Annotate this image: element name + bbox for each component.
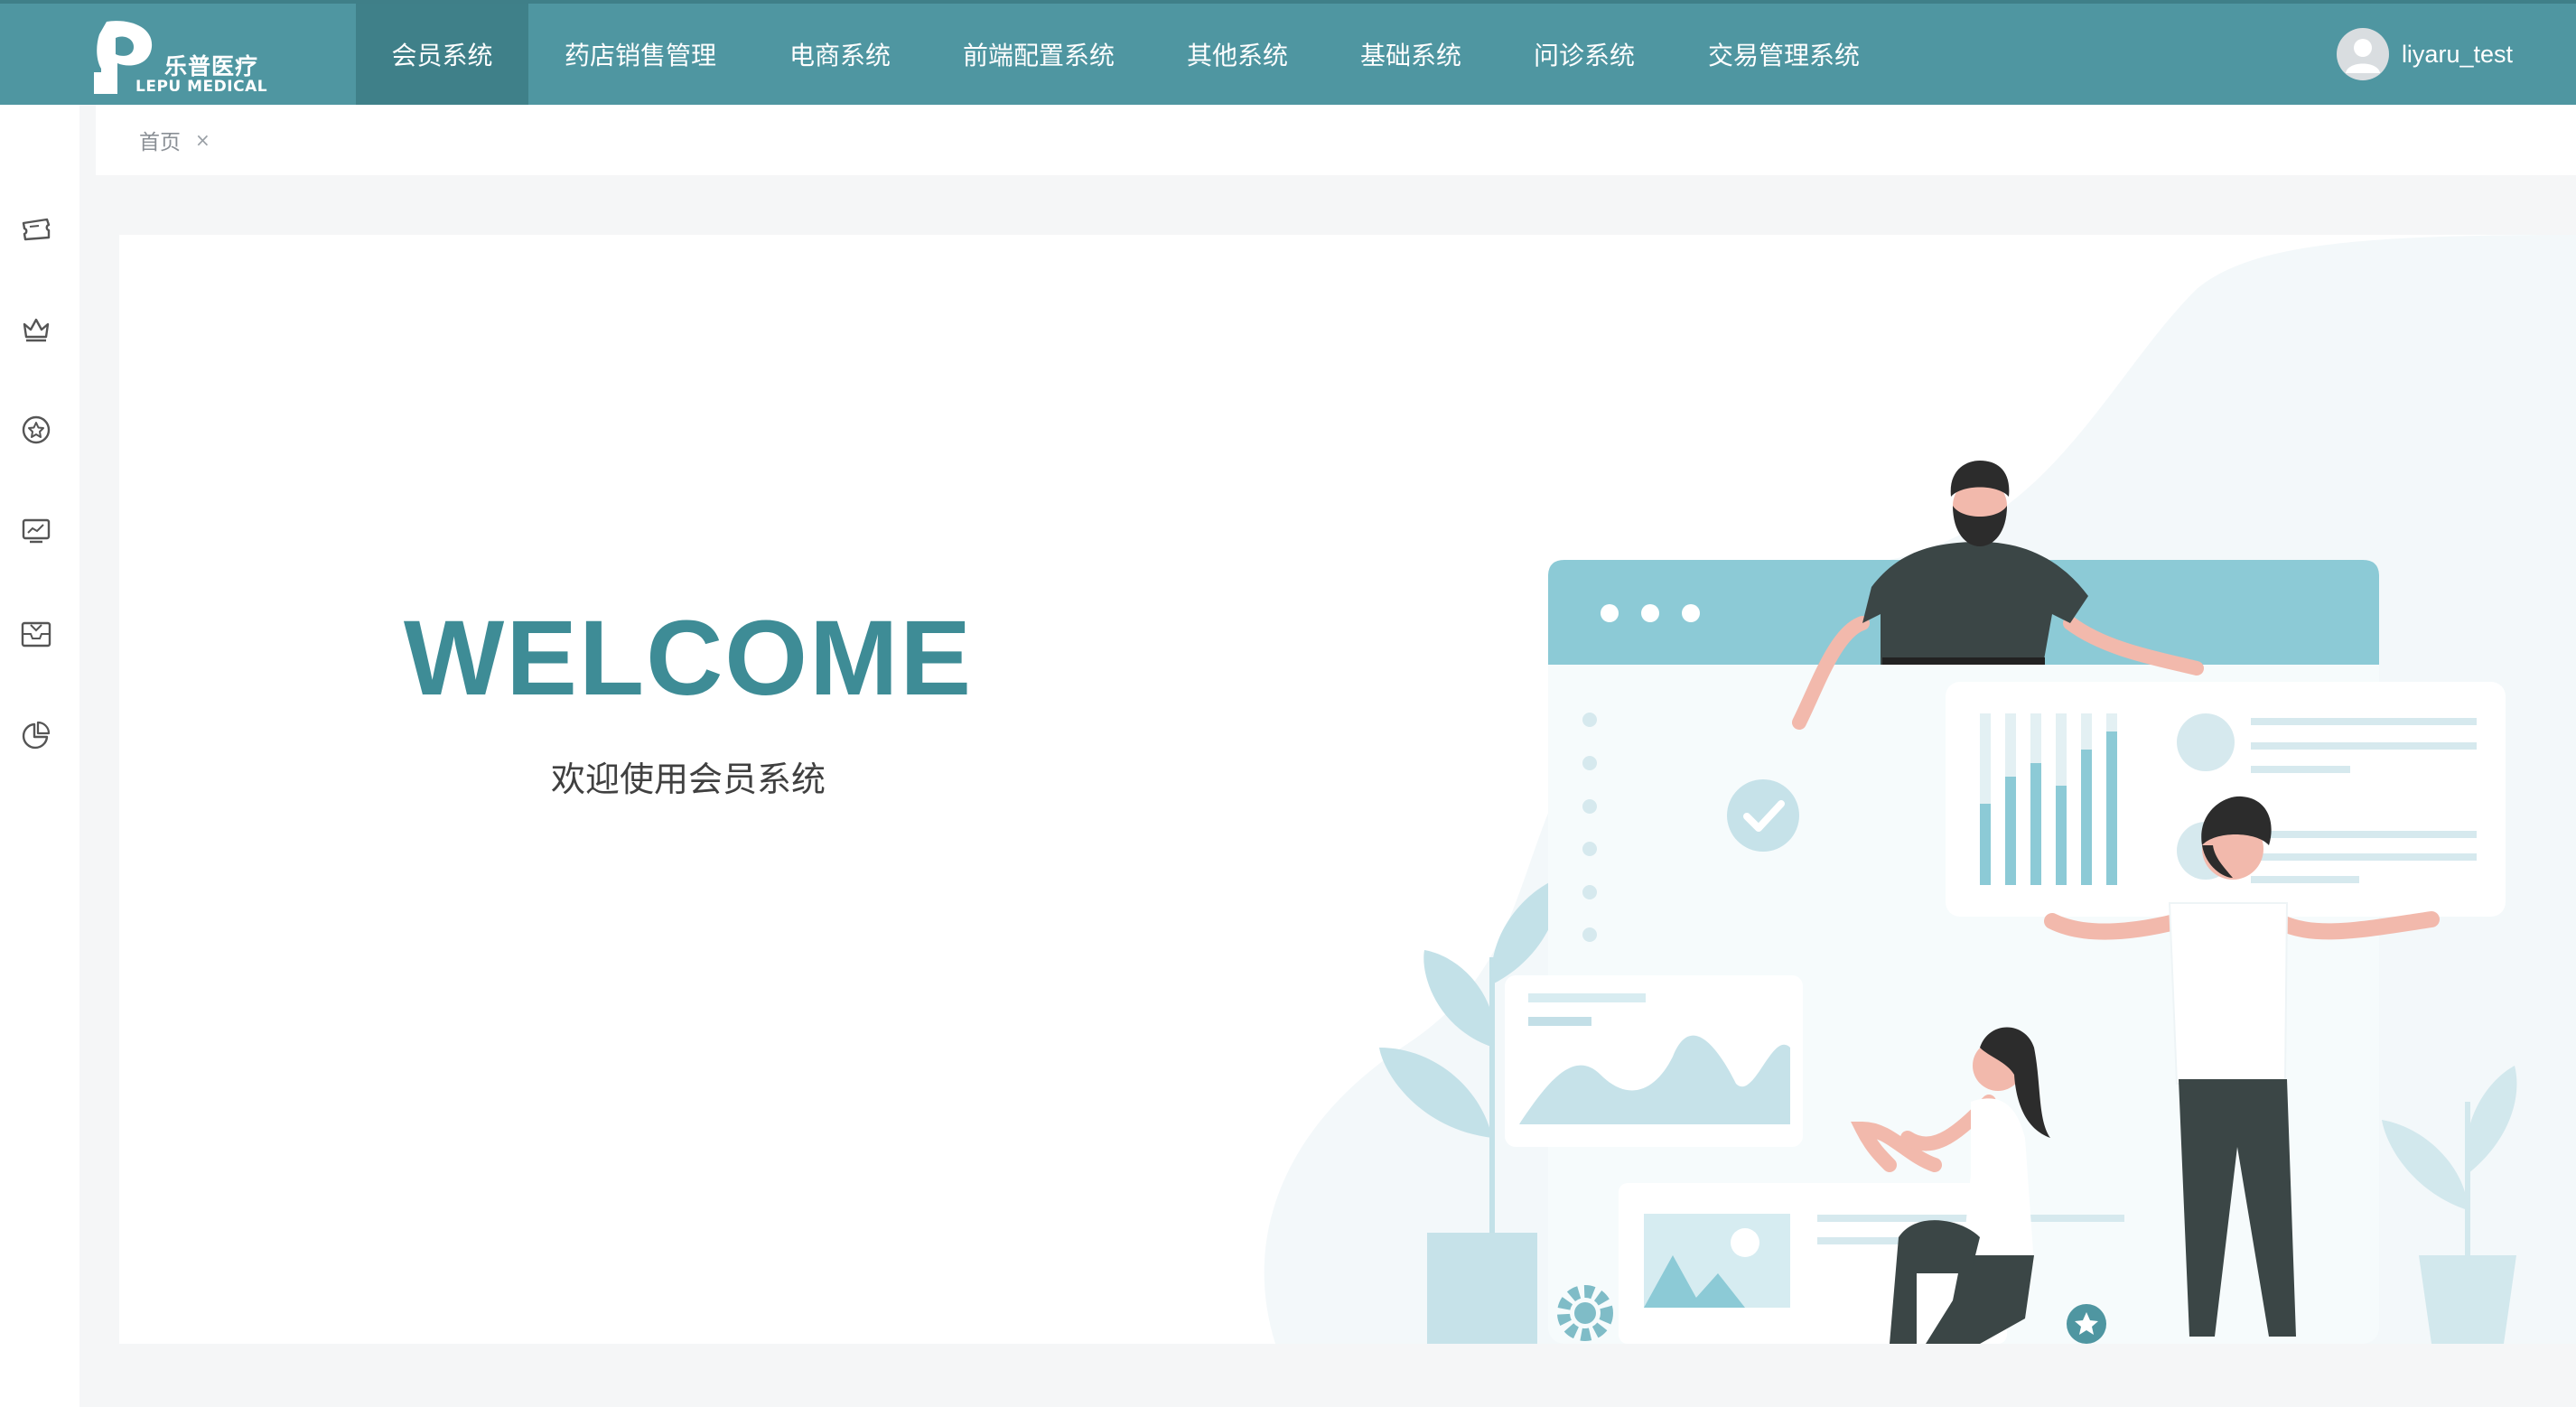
brand-logo[interactable]: 乐普医疗 LEPU MEDICAL <box>94 16 275 99</box>
nav-item-base-system[interactable]: 基础系统 <box>1325 4 1497 105</box>
chart-monitor-icon[interactable] <box>18 513 54 549</box>
nav-item-frontend-config[interactable]: 前端配置系统 <box>928 4 1150 105</box>
tabs-bar: 首页 × <box>96 105 2576 175</box>
avatar[interactable] <box>2336 28 2389 80</box>
star-icon <box>2067 1304 2106 1344</box>
welcome-card: WELCOME 欢迎使用会员系统 <box>119 235 2576 1344</box>
brand-name-cn: 乐普医疗 <box>164 53 259 79</box>
pie-chart-icon[interactable] <box>18 717 54 753</box>
area-chart-card <box>1505 975 1803 1147</box>
crown-icon[interactable] <box>18 311 54 347</box>
check-icon <box>1727 779 1799 852</box>
nav-item-trade-management[interactable]: 交易管理系统 <box>1672 4 1896 105</box>
brand-name-en: LEPU MEDICAL <box>135 78 268 96</box>
welcome-illustration <box>1264 235 2576 1344</box>
user-avatar-icon <box>2345 39 2380 73</box>
tab-label: 首页 <box>139 131 181 154</box>
dashboard-card <box>1946 682 2506 917</box>
tab-home[interactable]: 首页 × <box>139 125 210 155</box>
star-badge-icon[interactable] <box>18 412 54 448</box>
nav-item-other-systems[interactable]: 其他系统 <box>1150 4 1325 105</box>
nav-item-consultation[interactable]: 问诊系统 <box>1497 4 1672 105</box>
sidebar <box>0 105 79 1407</box>
ticket-icon[interactable] <box>18 211 54 247</box>
close-icon[interactable]: × <box>195 129 210 151</box>
nav-item-ecommerce[interactable]: 电商系统 <box>752 4 928 105</box>
user-menu[interactable]: liyaru_test <box>2336 27 2513 81</box>
top-navbar: 乐普医疗 LEPU MEDICAL 会员系统 药店销售管理 电商系统 前端配置系… <box>0 0 2576 105</box>
main-nav: 会员系统 药店销售管理 电商系统 前端配置系统 其他系统 基础系统 问诊系统 交… <box>356 4 1896 105</box>
nav-item-member-system[interactable]: 会员系统 <box>356 4 528 105</box>
inbox-icon[interactable] <box>18 616 54 652</box>
username-label[interactable]: liyaru_test <box>2402 41 2513 69</box>
nav-item-pharmacy-sales[interactable]: 药店销售管理 <box>528 4 752 105</box>
